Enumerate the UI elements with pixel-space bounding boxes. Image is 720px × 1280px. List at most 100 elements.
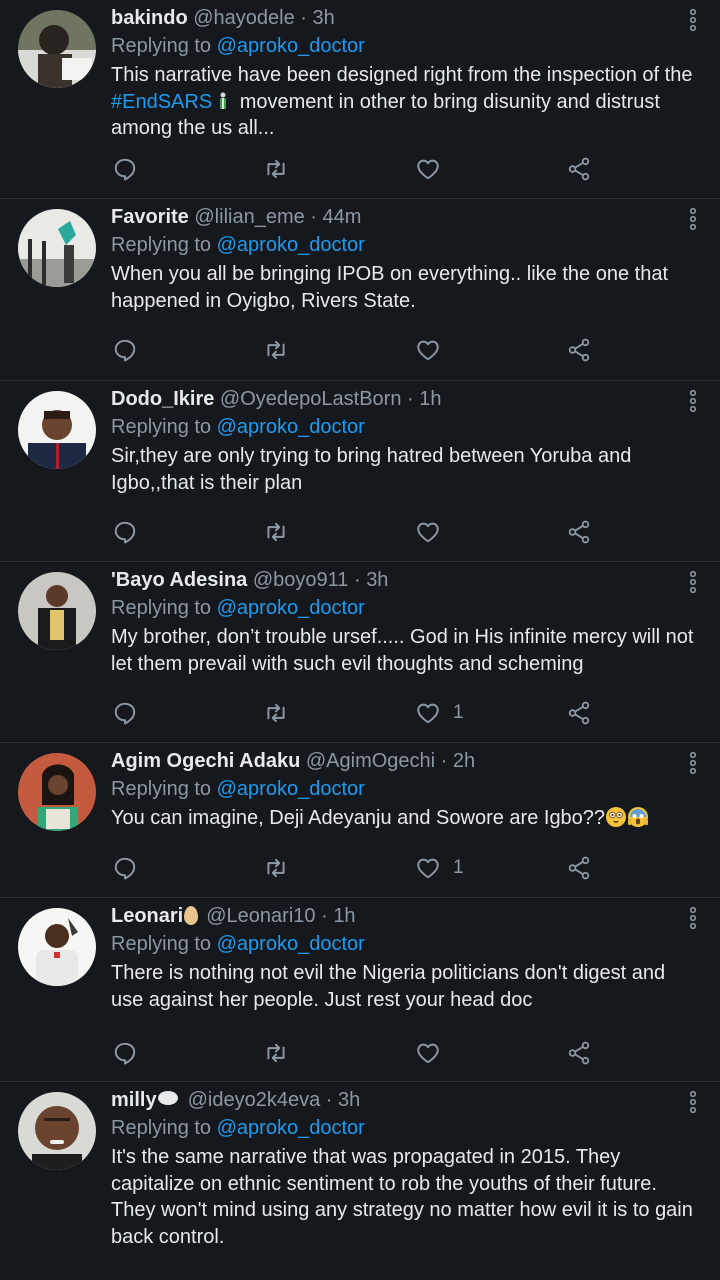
retweet-icon <box>267 522 285 542</box>
display-name[interactable]: bakindo <box>111 7 188 29</box>
like-button[interactable] <box>415 1038 453 1068</box>
reply-button[interactable] <box>112 154 138 184</box>
share-button[interactable] <box>566 517 592 547</box>
avatar[interactable] <box>18 1092 96 1170</box>
more-options-icon[interactable] <box>688 751 698 775</box>
retweet-button[interactable] <box>263 517 289 547</box>
avatar[interactable] <box>18 391 96 469</box>
tweet[interactable]: Leonari @Leonari10 · 1h Replying to @apro… <box>0 898 720 1082</box>
share-icon <box>568 856 590 880</box>
timestamp[interactable]: 3h <box>338 1089 360 1111</box>
display-name[interactable]: milly <box>111 1089 157 1111</box>
mention-link[interactable]: @aproko_doctor <box>217 778 365 800</box>
handle[interactable]: @OyedepoLastBorn <box>220 388 402 410</box>
replying-to: Replying to @aproko_doctor <box>111 930 702 958</box>
display-name[interactable]: Favorite <box>111 206 189 228</box>
avatar[interactable] <box>18 572 96 650</box>
timestamp[interactable]: 3h <box>366 569 388 591</box>
share-button[interactable] <box>566 335 592 365</box>
reply-icon <box>114 521 136 544</box>
more-options-icon[interactable] <box>688 570 698 594</box>
mention-link[interactable]: @aproko_doctor <box>217 234 365 256</box>
reply-button[interactable] <box>112 1038 138 1068</box>
mention-link[interactable]: @aproko_doctor <box>217 1117 365 1139</box>
like-icon <box>417 159 439 180</box>
endsars-emoji-icon <box>212 89 234 116</box>
mention-link[interactable]: @aproko_doctor <box>217 597 365 619</box>
replying-to: Replying to @aproko_doctor <box>111 1114 702 1142</box>
mention-link[interactable]: @aproko_doctor <box>217 35 365 57</box>
screaming-face-emoji-icon <box>627 807 649 827</box>
tweet-header: milly @ideyo2k4eva · 3h <box>111 1086 702 1114</box>
retweet-button[interactable] <box>263 335 289 365</box>
like-button[interactable] <box>415 154 453 184</box>
display-name[interactable]: 'Bayo Adesina <box>111 569 247 591</box>
handle[interactable]: @boyo911 <box>253 569 349 591</box>
timestamp[interactable]: 2h <box>453 750 475 772</box>
action-bar <box>111 1038 631 1068</box>
share-button[interactable] <box>566 1038 592 1068</box>
like-icon <box>417 858 439 879</box>
share-icon <box>568 1041 590 1065</box>
retweet-button[interactable] <box>263 1038 289 1068</box>
action-bar <box>111 335 631 365</box>
display-name[interactable]: Leonari <box>111 905 183 927</box>
more-options-icon[interactable] <box>688 8 698 32</box>
avatar[interactable] <box>18 908 96 986</box>
retweet-button[interactable] <box>263 853 289 883</box>
separator: · <box>304 206 323 228</box>
timestamp[interactable]: 1h <box>419 388 441 410</box>
retweet-icon <box>267 340 285 360</box>
hashtag-link[interactable]: #EndSARS <box>111 91 212 113</box>
share-button[interactable] <box>566 698 592 728</box>
reply-button[interactable] <box>112 853 138 883</box>
tweet[interactable]: milly @ideyo2k4eva · 3h Replying to @apro… <box>0 1082 720 1280</box>
share-icon <box>568 520 590 544</box>
tweet[interactable]: Dodo_Ikire @OyedepoLastBorn · 1h Replyin… <box>0 381 720 562</box>
more-options-icon[interactable] <box>688 389 698 413</box>
share-button[interactable] <box>566 853 592 883</box>
reply-button[interactable] <box>112 698 138 728</box>
timestamp[interactable]: 3h <box>313 7 335 29</box>
tweet-text: You can imagine, Deji Adeyanju and Sowor… <box>111 805 702 832</box>
handle[interactable]: @AgimOgechi <box>306 750 435 772</box>
retweet-button[interactable] <box>263 154 289 184</box>
handle[interactable]: @hayodele <box>193 7 294 29</box>
mention-link[interactable]: @aproko_doctor <box>217 416 365 438</box>
mention-link[interactable]: @aproko_doctor <box>217 933 365 955</box>
separator: · <box>315 905 334 927</box>
tweet[interactable]: Agim Ogechi Adaku @AgimOgechi · 2h Reply… <box>0 743 720 898</box>
handle[interactable]: @ideyo2k4eva <box>188 1089 321 1111</box>
handle[interactable]: @Leonari10 <box>206 905 315 927</box>
timestamp[interactable]: 44m <box>323 206 362 228</box>
tweet[interactable]: Favorite @lilian_eme · 44m Replying to @… <box>0 199 720 381</box>
like-button[interactable] <box>415 335 453 365</box>
handle[interactable]: @lilian_eme <box>194 206 304 228</box>
text-part: This narrative have been designed right … <box>111 64 693 86</box>
timestamp[interactable]: 1h <box>333 905 355 927</box>
action-bar <box>111 154 631 184</box>
more-options-icon[interactable] <box>688 906 698 930</box>
avatar[interactable] <box>18 209 96 287</box>
display-name[interactable]: Dodo_Ikire <box>111 388 214 410</box>
tweet-text: There is nothing not evil the Nigeria po… <box>111 962 666 1011</box>
more-options-icon[interactable] <box>688 1090 698 1114</box>
more-options-icon[interactable] <box>688 207 698 231</box>
reply-feed: bakindo @hayodele · 3h Replying to @apro… <box>0 0 720 1280</box>
share-button[interactable] <box>566 154 592 184</box>
reply-icon <box>114 1042 136 1065</box>
tweet[interactable]: bakindo @hayodele · 3h Replying to @apro… <box>0 0 720 199</box>
like-button[interactable]: 1 <box>415 853 464 883</box>
avatar[interactable] <box>18 753 96 831</box>
reply-button[interactable] <box>112 335 138 365</box>
avatar[interactable] <box>18 10 96 88</box>
like-button[interactable]: 1 <box>415 698 464 728</box>
display-name[interactable]: Agim Ogechi Adaku <box>111 750 300 772</box>
reply-button[interactable] <box>112 517 138 547</box>
like-button[interactable] <box>415 517 453 547</box>
retweet-button[interactable] <box>263 698 289 728</box>
separator: · <box>435 750 453 772</box>
replying-to: Replying to @aproko_doctor <box>111 594 702 622</box>
tweet[interactable]: 'Bayo Adesina @boyo911 · 3h Replying to … <box>0 562 720 743</box>
tweet-header: 'Bayo Adesina @boyo911 · 3h <box>111 566 702 594</box>
